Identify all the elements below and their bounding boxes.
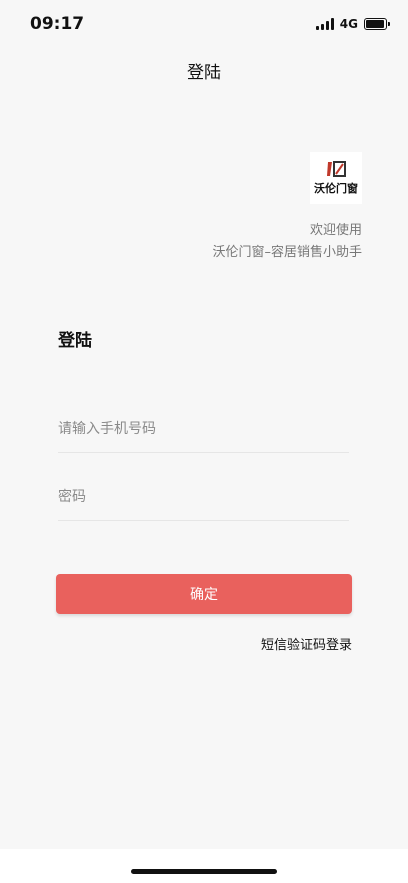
app-name-text: 沃伦门窗–容居销售小助手 (212, 245, 362, 260)
status-time: 09:17 (30, 14, 85, 34)
status-bar: 09:17 4G (0, 0, 408, 48)
signal-icon (315, 18, 334, 30)
logo-text: 沃伦门窗 (314, 181, 358, 195)
battery-icon (364, 18, 390, 30)
status-indicators: 4G (315, 16, 390, 32)
welcome-text: 欢迎使用 (309, 223, 362, 238)
sms-login-link[interactable]: 短信验证码登录 (261, 634, 352, 653)
network-label: 4G (339, 17, 358, 31)
logo-mark-icon (327, 160, 346, 177)
home-indicator[interactable] (131, 869, 277, 874)
password-input[interactable] (58, 474, 349, 521)
confirm-button[interactable]: 确定 (56, 574, 352, 614)
page-title: 登陆 (187, 63, 221, 83)
form-title: 登陆 (58, 331, 92, 351)
phone-input[interactable] (58, 406, 349, 453)
bottom-safe-area (0, 849, 408, 883)
brand-logo: 沃伦门窗 (310, 152, 362, 204)
